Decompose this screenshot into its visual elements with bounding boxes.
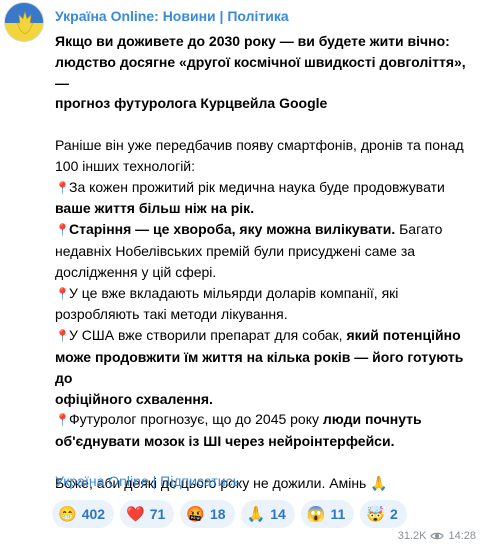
reaction-count: 18 [210,506,226,522]
folded-hands-icon: 🙏 [246,506,266,523]
round-pushpin-icon: 📍 [55,223,70,238]
round-pushpin-icon: 📍 [55,329,70,344]
channel-name-link[interactable]: Україна Online: Новини | Політика [55,8,289,24]
point-text-bold: люди почнуть [322,411,422,428]
message-text: Якщо ви доживете до 2030 року — ви будет… [55,31,475,494]
grinning-face-icon: 😁 [58,506,77,523]
reaction-count: 14 [270,506,286,522]
reactions-bar: 😁 402 ❤️ 71 🤬 18 🙏 14 😱 11 🤯 2 [52,500,407,530]
round-pushpin-icon: 📍 [55,286,70,301]
point-text: Багато [395,221,443,238]
point-text-bold: об'єднувати мозок із ШІ через нейроінтер… [55,433,395,450]
point-text: розробляють такі методи лікування. [55,306,288,323]
footer-separator: | [148,473,161,489]
point-text: У це вже вкладають мільярди доларів комп… [69,284,399,301]
footer-links: Україна Online | Підписатись [55,473,240,489]
eye-icon [430,532,445,540]
reaction-button[interactable]: 🤯 2 [360,500,407,528]
headline-line: Якщо ви доживете до 2030 року — ви будет… [55,33,450,49]
point-text: У США вже створили препарат для собак, [69,327,347,344]
avatar-image [5,3,43,41]
point-text: дослідження у цій сфері. [55,263,217,280]
intro-line: 100 інших технологій: [55,157,196,174]
reaction-button[interactable]: 🙏 14 [240,500,295,528]
point-text: За кожен прожитий рік медична наука буде… [69,178,445,195]
reaction-count: 71 [149,506,166,522]
channel-avatar[interactable] [4,2,44,42]
reaction-count: 2 [390,506,398,522]
exploding-head-icon: 🤯 [366,506,386,523]
point-text-bold: офіційного схвалення. [55,390,213,407]
point-text-bold: ваше життя більш ніж на рік. [55,200,255,217]
reaction-count: 402 [81,506,106,522]
headline-line: людство досягне «другої космічної швидко… [55,53,466,91]
point-text: недавніх Нобелівських премій були присуд… [55,242,416,259]
reaction-button[interactable]: 🤬 18 [180,500,235,528]
reaction-button[interactable]: ❤️ 71 [120,500,175,528]
message-meta: 31.2K 14:28 [398,530,476,542]
reaction-count: 11 [330,506,346,522]
view-count: 31.2K [397,530,427,542]
red-heart-icon: ❤️ [126,506,145,523]
reaction-button[interactable]: 😁 402 [52,500,115,528]
intro-line: Раніше він уже передбачив появу смартфон… [55,136,464,153]
round-pushpin-icon: 📍 [55,413,70,428]
message-time: 14:28 [448,530,476,542]
screaming-face-icon: 😱 [306,506,326,523]
point-text-bold: може продовжити їм життя на кілька років… [55,348,464,386]
point-text: Футуролог прогнозує, що до 2045 року [69,411,323,428]
cursing-face-icon: 🤬 [186,506,205,523]
headline-line: прогноз футуролога Курцвейла Google [55,95,328,112]
footer-channel-link[interactable]: Україна Online [55,473,149,489]
subscribe-link[interactable]: Підписатись [160,473,240,489]
message-bubble: Україна Online: Новини | Політика Якщо в… [52,0,488,549]
point-text-bold: Старіння — це хвороба, яку можна вилікув… [69,221,396,238]
reaction-button[interactable]: 😱 11 [300,500,355,528]
round-pushpin-icon: 📍 [55,180,70,195]
point-text-bold: який потенційно [346,327,461,344]
